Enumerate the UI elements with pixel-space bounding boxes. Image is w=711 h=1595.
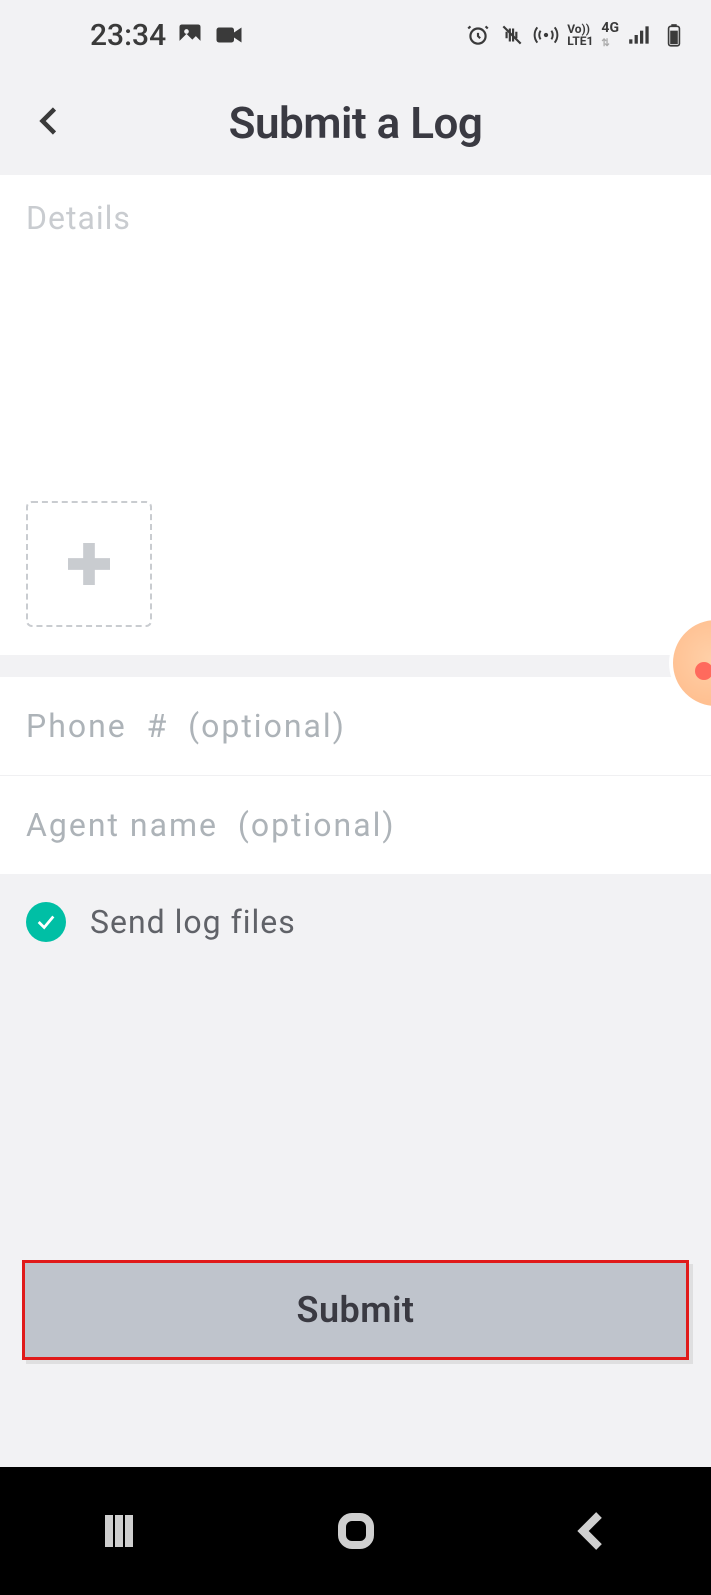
plus-icon xyxy=(61,536,117,592)
phone-row xyxy=(0,677,711,776)
submit-wrap: Submit xyxy=(22,1260,689,1360)
status-bar: 23:34 Vo))LTE1 4G⇅ xyxy=(0,0,711,70)
volte-icon: Vo))LTE1 xyxy=(567,23,593,47)
video-icon xyxy=(214,20,244,50)
details-input[interactable] xyxy=(26,199,685,471)
submit-label: Submit xyxy=(296,1289,414,1331)
page-title: Submit a Log xyxy=(0,97,711,149)
phone-input[interactable] xyxy=(26,707,685,745)
submit-button[interactable]: Submit xyxy=(22,1260,689,1360)
agent-name-input[interactable] xyxy=(26,806,685,844)
signal-icon xyxy=(627,22,653,48)
photo-icon xyxy=(176,21,204,49)
app-header: Submit a Log xyxy=(0,70,711,175)
section-spacer xyxy=(0,655,711,677)
hotspot-icon xyxy=(533,22,559,48)
status-left: 23:34 xyxy=(90,18,244,53)
alarm-icon xyxy=(465,22,491,48)
check-icon xyxy=(35,911,57,933)
chevron-left-icon xyxy=(32,103,68,139)
vibrate-icon xyxy=(499,22,525,48)
network-4g-icon: 4G⇅ xyxy=(601,21,619,49)
back-button[interactable] xyxy=(24,95,76,151)
status-right: Vo))LTE1 4G⇅ xyxy=(465,21,687,49)
send-log-files-checkbox[interactable] xyxy=(26,902,66,942)
details-panel xyxy=(0,175,711,655)
system-navbar xyxy=(0,1467,711,1595)
status-time: 23:34 xyxy=(90,18,166,53)
back-icon[interactable] xyxy=(569,1507,617,1555)
add-attachment-button[interactable] xyxy=(26,501,152,627)
battery-icon xyxy=(661,22,687,48)
send-log-files-row[interactable]: Send log files xyxy=(0,874,711,970)
send-log-files-label: Send log files xyxy=(90,903,296,941)
recents-icon[interactable] xyxy=(95,1507,143,1555)
agent-row xyxy=(0,776,711,874)
home-icon[interactable] xyxy=(332,1507,380,1555)
